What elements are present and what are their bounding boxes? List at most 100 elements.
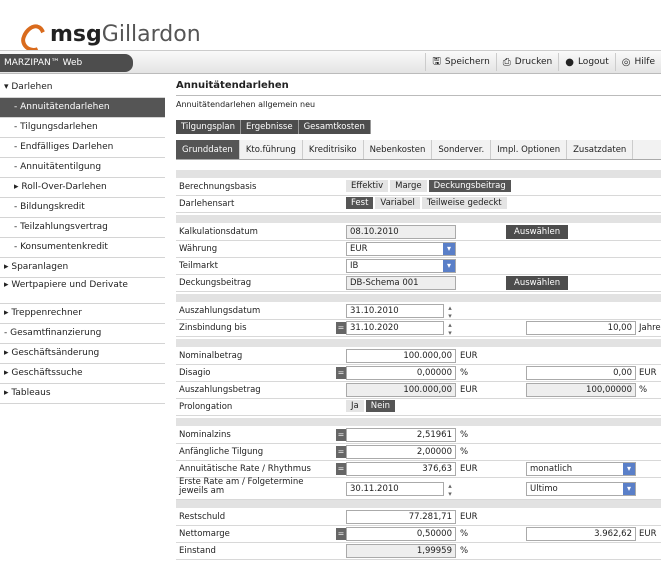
tab-sonderver[interactable]: Sonderver.	[432, 140, 492, 159]
logout-button[interactable]: ● Logout	[558, 53, 615, 71]
sidebar-item-annuitätentilgung[interactable]: - Annuitätentilgung	[0, 158, 165, 178]
rate-label: Annuitätische Rate / Rhythmus	[179, 464, 311, 474]
tab-impl-optionen[interactable]: Impl. Optionen	[491, 140, 568, 159]
ersterate-field[interactable]: 30.11.2010	[346, 482, 444, 496]
disagio-unit: %	[460, 368, 469, 378]
sidebar-item-teilzahlungsvertrag[interactable]: - Teilzahlungsvertrag	[0, 218, 165, 238]
drucken-label: Drucken	[514, 57, 553, 67]
sidebar-item-tilgungsdarlehen[interactable]: - Tilgungsdarlehen	[0, 118, 165, 138]
auszahlungsdatum-spin-icon[interactable]: ▴ ▾	[446, 304, 454, 320]
zinsbindung-field[interactable]: 31.10.2020	[346, 321, 444, 335]
hilfe-label: Hilfe	[634, 57, 655, 67]
kalkulationsdatum-select-button[interactable]: Auswählen	[506, 225, 569, 239]
row-einstand: Einstand 1,99959 %	[176, 543, 661, 560]
auszahlungsdatum-field[interactable]: 31.10.2010	[346, 304, 444, 318]
nettomarge-field[interactable]: 0,50000	[346, 527, 456, 541]
row-kalkulationsdatum: Kalkulationsdatum 08.10.2010 Auswählen	[176, 224, 661, 241]
zinsbindung-calc-icon[interactable]: =	[336, 322, 346, 334]
row-zinsbindung: Zinsbindung bis = 31.10.2020 ▴ ▾ 10,00 Ja…	[176, 320, 661, 337]
row-prolongation: Prolongation Ja Nein	[176, 399, 661, 416]
rhythmus-select[interactable]: monatlich	[526, 462, 636, 476]
tab-kto-führung[interactable]: Kto.führung	[240, 140, 303, 159]
sidebar-item-roll-over-darlehen[interactable]: ▸ Roll-Over-Darlehen	[0, 178, 165, 198]
auszahlungsbetrag-field: 100.000,00	[346, 383, 456, 397]
sidebar-item-konsumentenkredit[interactable]: - Konsumentenkredit	[0, 238, 165, 258]
row-darlehensart: Darlehensart Fest Variabel Teilweise gedec…	[176, 196, 661, 213]
sidebar-item-geschäftsänderung[interactable]: ▸ Geschäftsänderung	[0, 344, 165, 364]
rate-calc-icon[interactable]: =	[336, 463, 346, 475]
nominalzins-calc-icon[interactable]: =	[336, 429, 346, 441]
row-nominalzins: Nominalzins = 2,51961 %	[176, 427, 661, 444]
sidebar-item-tableaus[interactable]: ▸ Tableaus	[0, 384, 165, 404]
rate-unit: EUR	[460, 464, 478, 474]
auszahlungsbetrag-unit: EUR	[460, 385, 478, 395]
nettomarge-calc-icon[interactable]: =	[336, 528, 346, 540]
darlehensart-option-teilweise-gedeckt[interactable]: Teilweise gedeckt	[421, 197, 507, 209]
tab-gesamtkosten[interactable]: Gesamtkosten	[298, 120, 371, 134]
sidebar-item-gesamtfinanzierung[interactable]: - Gesamtfinanzierung	[0, 324, 165, 344]
nettomarge-label: Nettomarge	[179, 529, 230, 539]
sidebar-item-darlehen[interactable]: ▾ Darlehen	[0, 78, 165, 98]
nominalzins-unit: %	[460, 430, 469, 440]
prolongation-option-ja[interactable]: Ja	[346, 400, 364, 412]
kalkulationsdatum-field[interactable]: 08.10.2010	[346, 225, 456, 239]
tilgung-calc-icon[interactable]: =	[336, 446, 346, 458]
tab-ergebnisse[interactable]: Ergebnisse	[241, 120, 299, 134]
disagio-calc-icon[interactable]: =	[336, 367, 346, 379]
page-subtitle: Annuitätendarlehen allgemein neu	[176, 100, 316, 109]
zinsbindung-spin-icon[interactable]: ▴ ▾	[446, 321, 454, 337]
sidebar-item-wertpapiere-und-derivate[interactable]: ▸ Wertpapiere und Derivate	[0, 278, 165, 304]
waehrung-select[interactable]: EUR	[346, 242, 456, 256]
row-ersterate: Erste Rate am / Folgetermine jeweils am …	[176, 478, 661, 500]
restschuld-field: 77.281,71	[346, 510, 456, 524]
tab-tilgungsplan[interactable]: Tilgungsplan	[176, 120, 242, 134]
drucken-button[interactable]: ⎙ Drucken	[495, 53, 558, 71]
section-divider	[176, 418, 661, 426]
sidebar-item-geschäftssuche[interactable]: ▸ Geschäftssuche	[0, 364, 165, 384]
tilgung-field[interactable]: 2,00000	[346, 445, 456, 459]
tab-grunddaten[interactable]: Grunddaten	[176, 140, 240, 159]
berechnungsbasis-option-marge[interactable]: Marge	[390, 180, 427, 192]
berechnungsbasis-label: Berechnungsbasis	[179, 182, 257, 192]
darlehensart-label: Darlehensart	[179, 199, 235, 209]
deckungsbeitrag-field[interactable]: DB-Schema 001	[346, 276, 456, 290]
berechnungsbasis-option-effektiv[interactable]: Effektiv	[346, 180, 389, 192]
row-tilgung: Anfängliche Tilgung = 2,00000 %	[176, 444, 661, 461]
speichern-button[interactable]: 🖫 Speichern	[425, 53, 495, 71]
nominalzins-field[interactable]: 2,51961	[346, 428, 456, 442]
tab-zusatzdaten[interactable]: Zusatzdaten	[567, 140, 634, 159]
sidebar-item-treppenrechner[interactable]: ▸ Treppenrechner	[0, 304, 165, 324]
disagio-amount-field[interactable]: 0,00	[526, 366, 636, 380]
sidebar-item-endfälliges-darlehen[interactable]: - Endfälliges Darlehen	[0, 138, 165, 158]
darlehensart-option-fest[interactable]: Fest	[346, 197, 374, 209]
sidebar-item-bildungskredit[interactable]: - Bildungskredit	[0, 198, 165, 218]
nominalbetrag-field[interactable]: 100.000,00	[346, 349, 456, 363]
folgetermine-select[interactable]: Ultimo	[526, 482, 636, 496]
hilfe-button[interactable]: ◎ Hilfe	[614, 53, 661, 71]
ersterate-spin-icon[interactable]: ▴ ▾	[446, 482, 454, 498]
disagio-label: Disagio	[179, 368, 211, 378]
deckungsbeitrag-select-button[interactable]: Auswählen	[506, 276, 569, 290]
section-auszahlung	[176, 294, 661, 302]
result-tabs: Tilgungsplan Ergebnisse Gesamtkosten	[176, 120, 661, 134]
section-basis	[176, 170, 661, 178]
sidebar-item-annuitätendarlehen[interactable]: - Annuitätendarlehen	[0, 98, 165, 118]
disagio-amount-unit: EUR	[639, 368, 657, 378]
prolongation-option-nein[interactable]: Nein	[365, 400, 396, 412]
logout-icon: ●	[565, 56, 574, 68]
rate-field[interactable]: 376,63	[346, 462, 456, 476]
zinsbindung-years-field[interactable]: 10,00	[526, 321, 636, 335]
darlehensart-toggle: Fest Variabel Teilweise gedeckt	[346, 197, 509, 209]
row-auszahlungsbetrag: Auszahlungsbetrag 100.000,00 EUR 100,000…	[176, 382, 661, 399]
nettomarge-amount-field[interactable]: 3.962,62	[526, 527, 636, 541]
section-divider	[176, 339, 661, 347]
berechnungsbasis-option-deckungsbeitrag[interactable]: Deckungsbeitrag	[428, 180, 511, 192]
einstand-label: Einstand	[179, 546, 216, 556]
tab-nebenkosten[interactable]: Nebenkosten	[364, 140, 433, 159]
tab-kreditrisiko[interactable]: Kreditrisiko	[303, 140, 364, 159]
sidebar-item-sparanlagen[interactable]: ▸ Sparanlagen	[0, 258, 165, 278]
teilmarkt-select[interactable]: IB	[346, 259, 456, 273]
disagio-field[interactable]: 0,00000	[346, 366, 456, 380]
row-nettomarge: Nettomarge = 0,50000 % 3.962,62 EUR	[176, 526, 661, 543]
darlehensart-option-variabel[interactable]: Variabel	[375, 197, 420, 209]
